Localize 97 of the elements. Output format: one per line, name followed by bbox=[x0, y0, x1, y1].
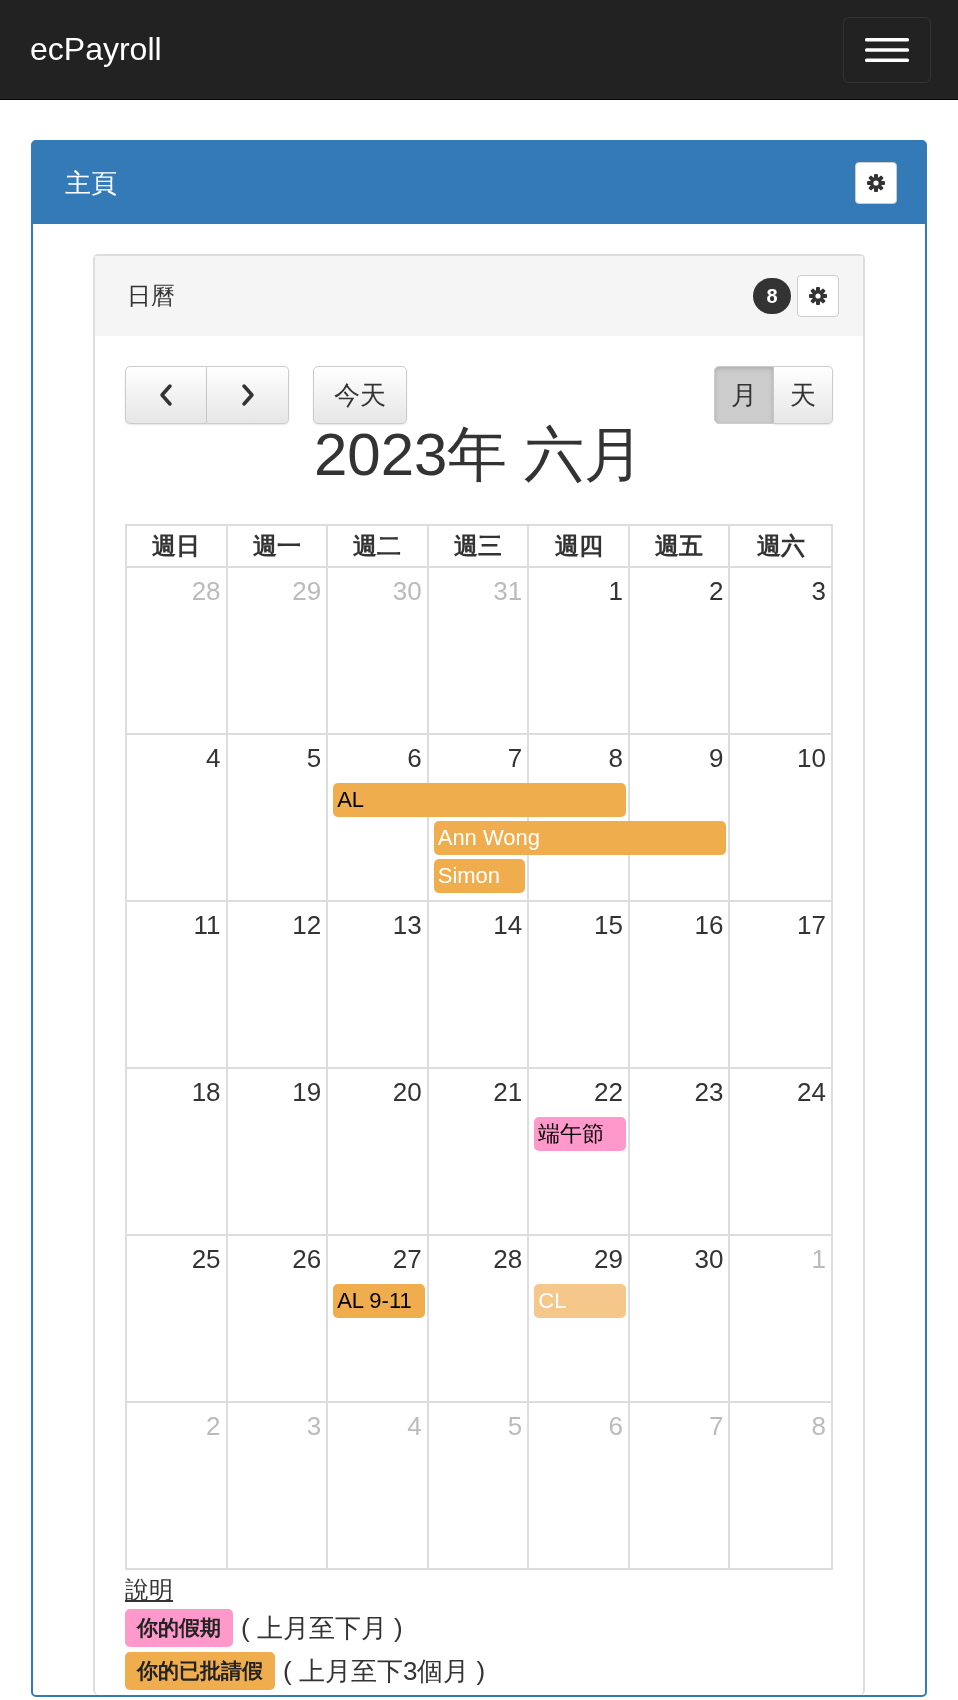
day-number: 1 bbox=[811, 1243, 827, 1275]
day-number: 27 bbox=[392, 1243, 423, 1275]
weekday-header: 週五 bbox=[629, 526, 731, 568]
calendar-title: 2023年 六月 bbox=[312, 422, 646, 488]
chevron-right-icon bbox=[239, 383, 256, 407]
weekday-header: 週一 bbox=[227, 526, 329, 568]
day-cell[interactable]: 3 bbox=[730, 568, 831, 735]
day-number: 11 bbox=[193, 909, 222, 941]
day-number: 21 bbox=[493, 1076, 524, 1108]
legend-note: ( 上月至下月 ) bbox=[241, 1611, 403, 1645]
day-cell[interactable]: 16 bbox=[629, 902, 731, 1069]
day-number: 6 bbox=[608, 1410, 624, 1442]
legend-tag: 你的假期 bbox=[125, 1609, 233, 1647]
today-button[interactable]: 今天 bbox=[313, 366, 407, 424]
day-number: 8 bbox=[608, 742, 624, 774]
day-number: 4 bbox=[206, 742, 222, 774]
day-cell[interactable]: 21 bbox=[428, 1069, 530, 1236]
day-cell[interactable]: 11 bbox=[127, 902, 228, 1069]
day-number: 18 bbox=[191, 1076, 222, 1108]
day-number: 26 bbox=[292, 1243, 323, 1275]
day-number: 23 bbox=[694, 1076, 725, 1108]
day-number: 17 bbox=[797, 909, 827, 941]
day-number: 7 bbox=[507, 742, 524, 774]
day-number: 7 bbox=[708, 1410, 725, 1442]
next-button[interactable] bbox=[207, 366, 289, 424]
count-badge: 8 bbox=[753, 278, 791, 314]
weekday-header: 週日 bbox=[127, 526, 228, 568]
settings-icon bbox=[866, 173, 886, 193]
day-number: 3 bbox=[306, 1410, 323, 1442]
day-cell[interactable]: 4 bbox=[127, 735, 228, 902]
day-cell[interactable]: 15 bbox=[529, 902, 630, 1069]
day-cell[interactable]: 2 bbox=[629, 568, 731, 735]
day-cell[interactable]: 12 bbox=[227, 902, 329, 1069]
day-number: 25 bbox=[191, 1243, 222, 1275]
legend-tag: 你的已批請假 bbox=[125, 1652, 275, 1690]
day-number: 13 bbox=[392, 909, 423, 941]
day-cell[interactable]: 10 bbox=[730, 735, 831, 902]
day-number: 5 bbox=[306, 742, 323, 774]
day-cell[interactable]: 25 bbox=[127, 1236, 228, 1403]
day-number: 5 bbox=[507, 1410, 524, 1442]
day-number: 30 bbox=[392, 575, 423, 607]
view-button[interactable]: 天 bbox=[774, 366, 833, 424]
day-number: 16 bbox=[694, 909, 725, 941]
calendar-event[interactable]: AL bbox=[333, 783, 626, 817]
day-cell[interactable]: 26 bbox=[227, 1236, 329, 1403]
day-cell[interactable]: 1 bbox=[529, 568, 630, 735]
day-cell[interactable]: 17 bbox=[730, 902, 831, 1069]
day-cell[interactable]: 14 bbox=[428, 902, 530, 1069]
day-cell[interactable]: 28 bbox=[428, 1236, 530, 1403]
settings-button[interactable] bbox=[855, 162, 897, 204]
day-number: 12 bbox=[292, 909, 323, 941]
day-cell[interactable]: 13 bbox=[328, 902, 429, 1069]
weekday-header: 週六 bbox=[730, 526, 831, 568]
day-number: 2 bbox=[708, 575, 725, 607]
day-number: 14 bbox=[493, 909, 524, 941]
legend-note: ( 上月至下3個月 ) bbox=[283, 1654, 486, 1688]
weekday-header: 週四 bbox=[529, 526, 630, 568]
day-number: 15 bbox=[593, 909, 624, 941]
day-cell[interactable]: 23 bbox=[629, 1069, 731, 1236]
calendar-event[interactable]: AL 9-11 bbox=[333, 1284, 425, 1318]
day-number: 28 bbox=[191, 575, 222, 607]
day-number: 31 bbox=[493, 575, 524, 607]
card-title: 日曆 bbox=[127, 281, 176, 311]
day-cell[interactable]: 5 bbox=[227, 735, 329, 902]
settings-icon bbox=[808, 286, 828, 306]
view-button[interactable]: 月 bbox=[714, 366, 774, 424]
day-number: 2 bbox=[206, 1410, 222, 1442]
day-number: 9 bbox=[708, 742, 725, 774]
day-cell[interactable]: 20 bbox=[328, 1069, 429, 1236]
calendar-event[interactable]: 端午節 bbox=[534, 1117, 626, 1151]
day-cell[interactable]: 18 bbox=[127, 1069, 228, 1236]
settings-button[interactable] bbox=[797, 275, 839, 317]
day-number: 28 bbox=[493, 1243, 524, 1275]
day-number: 3 bbox=[811, 575, 827, 607]
day-number: 24 bbox=[797, 1076, 827, 1108]
day-number: 10 bbox=[797, 742, 827, 774]
day-number: 30 bbox=[694, 1243, 725, 1275]
weekday-header: 週三 bbox=[428, 526, 530, 568]
day-cell[interactable]: 30 bbox=[629, 1236, 731, 1403]
day-number: 19 bbox=[292, 1076, 323, 1108]
brand-logo[interactable]: ecPayroll bbox=[30, 31, 162, 68]
day-number: 6 bbox=[407, 742, 423, 774]
day-number: 22 bbox=[593, 1076, 624, 1108]
previous-button[interactable] bbox=[125, 366, 207, 424]
menu-button[interactable] bbox=[843, 16, 931, 83]
day-number: 1 bbox=[608, 575, 624, 607]
legend-title: 說明 bbox=[125, 1575, 173, 1605]
day-cell[interactable]: 24 bbox=[730, 1069, 831, 1236]
day-number: 29 bbox=[593, 1243, 624, 1275]
day-number: 29 bbox=[292, 575, 323, 607]
weekday-header: 週二 bbox=[328, 526, 429, 568]
day-cell[interactable]: 19 bbox=[227, 1069, 329, 1236]
chevron-left-icon bbox=[158, 383, 174, 407]
day-number: 20 bbox=[392, 1076, 423, 1108]
day-number: 4 bbox=[407, 1410, 423, 1442]
panel-title: 主頁 bbox=[65, 166, 117, 200]
day-number: 8 bbox=[811, 1410, 827, 1442]
